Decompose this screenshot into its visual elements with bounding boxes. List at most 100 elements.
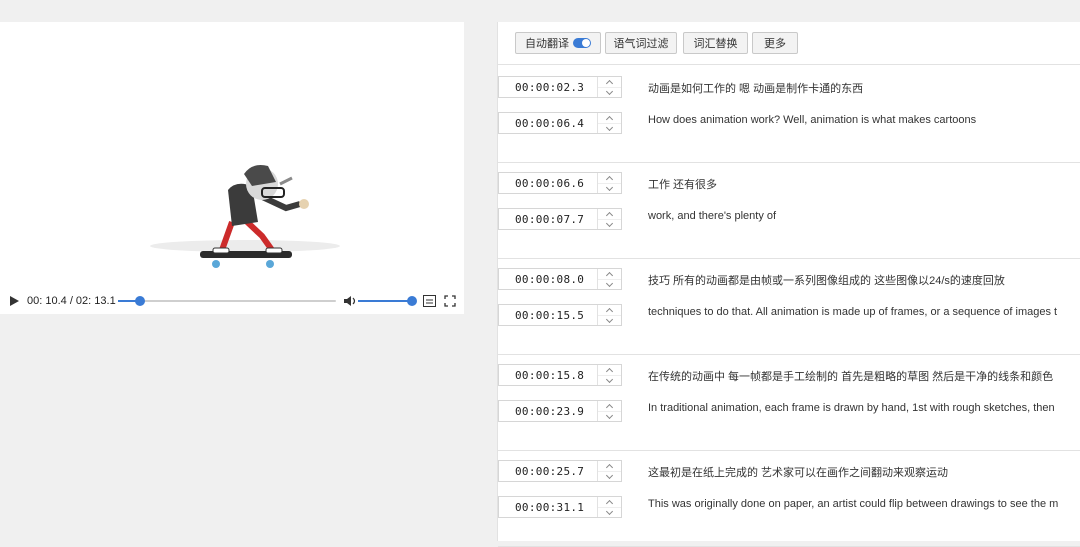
volume-handle[interactable] [407, 296, 417, 306]
decrement-button[interactable] [598, 123, 621, 133]
end-time-input[interactable]: 00:00:07.7 [498, 208, 622, 230]
play-button[interactable] [6, 292, 22, 310]
play-icon [10, 296, 19, 306]
chevron-down-icon [605, 375, 614, 383]
translation-text[interactable]: How does animation work? Well, animation… [648, 114, 976, 126]
fullscreen-icon [444, 295, 456, 307]
end-time-input[interactable]: 00:00:31.1 [498, 496, 622, 518]
chevron-down-icon [605, 279, 614, 287]
chevron-up-icon [605, 307, 614, 315]
decrement-button[interactable] [598, 315, 621, 325]
start-time-input[interactable]: 00:00:08.0 [498, 268, 622, 290]
decrement-button[interactable] [598, 183, 621, 193]
decrement-button[interactable] [598, 507, 621, 517]
source-text[interactable]: 动画是如何工作的 嗯 动画是制作卡通的东西 [648, 80, 863, 96]
end-time-stepper [597, 497, 621, 517]
source-text[interactable]: 这最初是在纸上完成的 艺术家可以在画作之间翻动来观察运动 [648, 464, 948, 480]
chevron-up-icon [605, 175, 614, 183]
translation-text[interactable]: In traditional animation, each frame is … [648, 402, 1055, 414]
start-time-value: 00:00:15.8 [515, 369, 585, 382]
end-time-input[interactable]: 00:00:06.4 [498, 112, 622, 134]
auto-translate-toggle[interactable] [573, 38, 591, 48]
start-time-input[interactable]: 00:00:25.7 [498, 460, 622, 482]
translation-text[interactable]: techniques to do that. All animation is … [648, 306, 1057, 318]
volume-slider[interactable] [358, 296, 417, 306]
start-time-input[interactable]: 00:00:15.8 [498, 364, 622, 386]
fullscreen-button[interactable] [443, 292, 457, 310]
end-time-value: 00:00:07.7 [515, 213, 585, 226]
end-time-input[interactable]: 00:00:23.9 [498, 400, 622, 422]
subtitle-editor: 自动翻译 语气词过滤 词汇替换 更多 00:00:02.3 00:00:06.4 动… [497, 22, 1080, 547]
skateboarder-illustration [150, 165, 340, 268]
chevron-down-icon [605, 219, 614, 227]
more-button[interactable]: 更多 [752, 32, 798, 54]
end-time-input[interactable]: 00:00:15.5 [498, 304, 622, 326]
start-time-input[interactable]: 00:00:02.3 [498, 76, 622, 98]
chevron-up-icon [605, 271, 614, 279]
segment-row: 00:00:06.6 00:00:07.7 工作 还有很多 work, and the… [498, 162, 1080, 259]
auto-translate-label: 自动翻译 [525, 38, 569, 50]
end-time-stepper [597, 305, 621, 325]
chevron-up-icon [605, 463, 614, 471]
editor-toolbar: 自动翻译 语气词过滤 词汇替换 更多 [498, 22, 1080, 65]
chevron-down-icon [605, 411, 614, 419]
video-player: 00: 10.4 / 02: 13.1 [0, 22, 464, 314]
start-time-value: 00:00:25.7 [515, 465, 585, 478]
start-time-stepper [597, 269, 621, 289]
translation-text[interactable]: work, and there's plenty of [648, 210, 776, 222]
segment-row: 00:00:02.3 00:00:06.4 动画是如何工作的 嗯 动画是制作卡通的东… [498, 66, 1080, 163]
decrement-button[interactable] [598, 87, 621, 97]
filter-particles-button[interactable]: 语气词过滤 [605, 32, 677, 54]
subtitles-icon [422, 295, 436, 307]
start-time-stepper [597, 461, 621, 481]
start-time-stepper [597, 173, 621, 193]
chevron-down-icon [605, 183, 614, 191]
chevron-down-icon [605, 471, 614, 479]
end-time-stepper [597, 209, 621, 229]
seek-handle[interactable] [134, 296, 145, 306]
decrement-button[interactable] [598, 411, 621, 421]
decrement-button[interactable] [598, 375, 621, 385]
chevron-down-icon [605, 123, 614, 131]
decrement-button[interactable] [598, 471, 621, 481]
volume-button[interactable] [343, 292, 357, 310]
end-time-value: 00:00:31.1 [515, 501, 585, 514]
source-text[interactable]: 工作 还有很多 [648, 176, 717, 192]
end-time-value: 00:00:06.4 [515, 117, 585, 130]
start-time-stepper [597, 365, 621, 385]
source-text[interactable]: 技巧 所有的动画都是由帧或一系列图像组成的 这些图像以24/s的速度回放 [648, 272, 1005, 288]
chevron-down-icon [605, 87, 614, 95]
auto-translate-button[interactable]: 自动翻译 [515, 32, 601, 54]
source-text[interactable]: 在传统的动画中 每一帧都是手工绘制的 首先是粗略的草图 然后是干净的线条和颜色 [648, 368, 1053, 384]
start-time-stepper [597, 77, 621, 97]
time-display: 00: 10.4 / 02: 13.1 [27, 295, 116, 307]
volume-level [358, 300, 412, 302]
subtitle-button[interactable] [422, 292, 436, 310]
player-controls: 00: 10.4 / 02: 13.1 [0, 288, 464, 314]
chevron-up-icon [605, 211, 614, 219]
chevron-up-icon [605, 115, 614, 123]
end-time-stepper [597, 113, 621, 133]
segment-row: 00:00:08.0 00:00:15.5 技巧 所有的动画都是由帧或一系列图像组成… [498, 258, 1080, 355]
translation-text[interactable]: This was originally done on paper, an ar… [648, 498, 1058, 510]
segment-row: 00:00:25.7 00:00:31.1 这最初是在纸上完成的 艺术家可以在画作之… [498, 450, 1080, 547]
chevron-down-icon [605, 315, 614, 323]
segment-row: 00:00:15.8 00:00:23.9 在传统的动画中 每一帧都是手工绘制的 首… [498, 354, 1080, 451]
chevron-up-icon [605, 403, 614, 411]
end-time-value: 00:00:15.5 [515, 309, 585, 322]
decrement-button[interactable] [598, 279, 621, 289]
start-time-value: 00:00:06.6 [515, 177, 585, 190]
video-frame[interactable] [0, 22, 464, 284]
volume-icon [344, 296, 356, 306]
end-time-value: 00:00:23.9 [515, 405, 585, 418]
chevron-down-icon [605, 507, 614, 515]
decrement-button[interactable] [598, 219, 621, 229]
start-time-input[interactable]: 00:00:06.6 [498, 172, 622, 194]
end-time-stepper [597, 401, 621, 421]
seek-bar[interactable] [118, 296, 336, 306]
chevron-up-icon [605, 367, 614, 375]
app-window: 00: 10.4 / 02: 13.1 自动翻译 语气词过滤 词汇替换 更多 0… [0, 0, 1080, 547]
word-replace-button[interactable]: 词汇替换 [683, 32, 748, 54]
chevron-up-icon [605, 79, 614, 87]
start-time-value: 00:00:02.3 [515, 81, 585, 94]
